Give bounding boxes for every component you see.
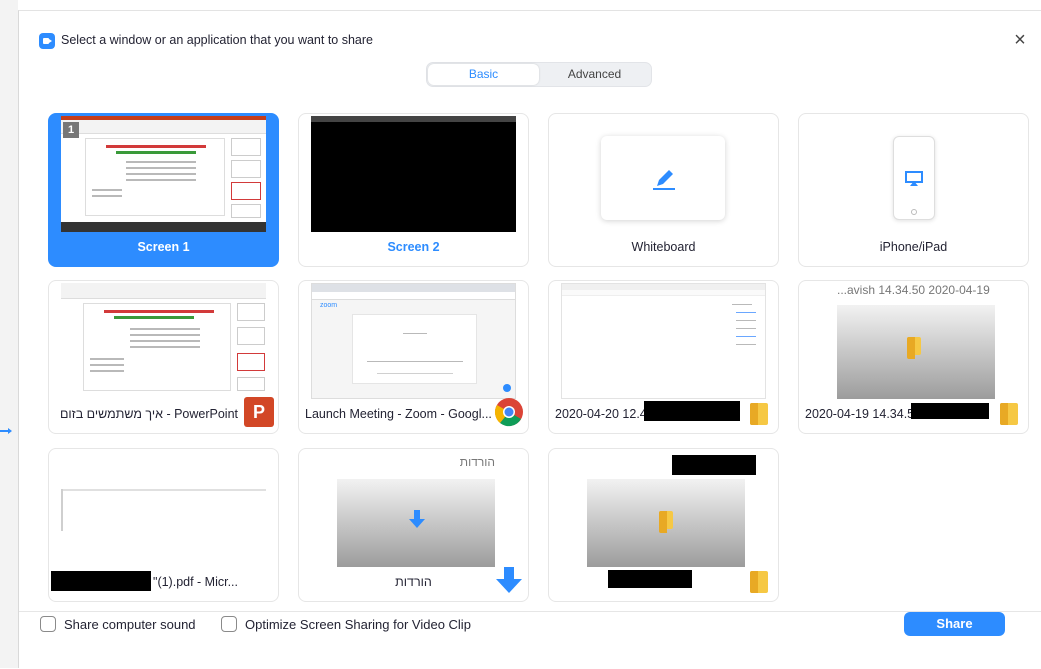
share-tile-window-chrome[interactable]: zoom Launch Meeting - Zoom - Googl... — [298, 280, 529, 434]
window-thumbnail — [61, 451, 266, 567]
share-tile-window-powerpoint[interactable]: איך משתמשים בזום - PowerPoint P — [48, 280, 279, 434]
share-tile-window-folder-2[interactable]: ...avish 14.34.50 2020-04-19 2020-04-19 … — [798, 280, 1029, 434]
share-tile-window-downloads[interactable]: הורדות הורדות — [298, 448, 529, 602]
share-tile-window-pdf[interactable]: "(1).pdf - Micr... — [48, 448, 279, 602]
zoom-logo-icon — [39, 33, 55, 49]
share-sound-checkbox[interactable] — [40, 616, 56, 632]
folder-icon — [750, 571, 768, 593]
folder-icon — [750, 403, 768, 425]
share-tile-whiteboard[interactable]: Whiteboard — [548, 113, 779, 267]
redaction-bar — [644, 401, 740, 421]
redaction-bar — [672, 455, 756, 475]
tab-basic[interactable]: Basic — [428, 64, 539, 85]
arrow-icon — [0, 428, 12, 434]
tile-label: Screen 2 — [387, 240, 440, 254]
chrome-icon — [494, 398, 523, 427]
tab-advanced[interactable]: Advanced — [539, 64, 650, 85]
share-tile-screen-2[interactable]: Screen 2 — [298, 113, 529, 267]
redaction-bar — [51, 571, 151, 591]
dialog-title: Select a window or an application that y… — [61, 33, 373, 47]
window-thumbnail — [61, 283, 266, 399]
share-tile-window-folder-3[interactable] — [548, 448, 779, 602]
share-sound-label: Share computer sound — [64, 617, 196, 632]
folder-icon — [1000, 403, 1018, 425]
powerpoint-icon: P — [244, 397, 274, 427]
redaction-bar — [911, 403, 989, 419]
share-button[interactable]: Share — [904, 612, 1005, 636]
label-text: (1).pdf - Micr... — [157, 575, 239, 589]
share-tile-iphone-ipad[interactable]: iPhone/iPad — [798, 113, 1029, 267]
optimize-video-checkbox[interactable] — [221, 616, 237, 632]
close-button[interactable]: × — [1009, 29, 1031, 51]
tile-label: iPhone/iPad — [879, 240, 948, 254]
download-arrow-icon — [409, 510, 425, 528]
optimize-video-label: Optimize Screen Sharing for Video Clip — [245, 617, 471, 632]
zoom-wordmark: zoom — [320, 302, 338, 309]
window-title-text: הורדות — [459, 455, 495, 469]
share-screen-dialog: Select a window or an application that y… — [18, 10, 1041, 668]
window-thumbnail — [561, 283, 766, 399]
redaction-bar — [608, 570, 692, 588]
share-tile-screen-1[interactable]: 1 Screen 1 — [48, 113, 279, 267]
airplay-icon — [905, 171, 923, 186]
share-mode-tabs: Basic Advanced — [426, 62, 652, 87]
window-thumbnail: zoom — [311, 283, 516, 399]
tile-label: "(1).pdf - Micr... — [153, 575, 238, 589]
tile-label: Whiteboard — [631, 240, 696, 254]
whiteboard-card — [601, 136, 725, 220]
phone-graphic — [893, 136, 935, 220]
share-tile-window-folder-1[interactable]: 2020-04-20 12.41. — [548, 280, 779, 434]
background-window-strip — [0, 0, 18, 668]
window-thumbnail: ...avish 14.34.50 2020-04-19 — [837, 283, 995, 399]
window-title-text: ...avish 14.34.50 2020-04-19 — [837, 283, 995, 301]
download-icon — [496, 567, 522, 593]
screen-2-thumbnail — [311, 116, 516, 232]
screen-1-thumbnail: 1 — [61, 116, 266, 232]
window-thumbnail: הורדות — [337, 451, 495, 567]
screen-number-badge: 1 — [63, 122, 79, 138]
pen-icon — [653, 170, 675, 190]
title-bar: Select a window or an application that y… — [19, 11, 1041, 67]
tile-label: Screen 1 — [137, 240, 190, 254]
